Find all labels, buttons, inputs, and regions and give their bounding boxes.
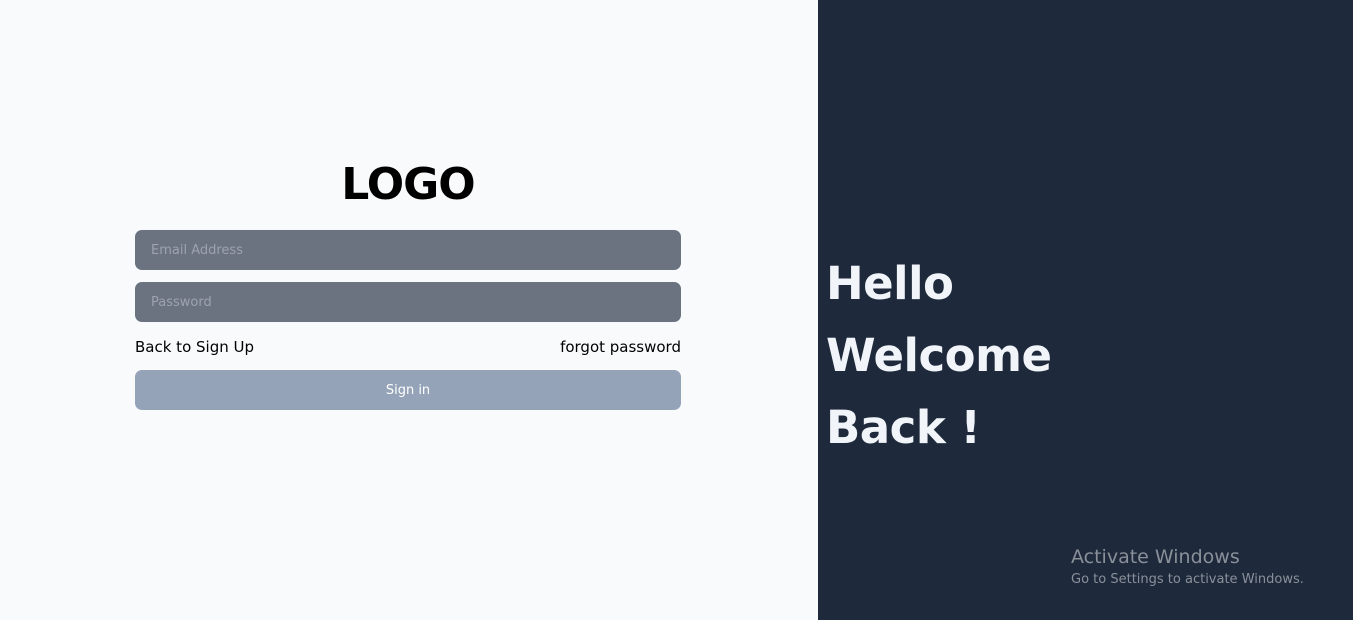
login-page: LOGO Back to Sign Up forgot password Sig… xyxy=(0,0,1353,620)
forgot-password-link[interactable]: forgot password xyxy=(560,337,681,357)
welcome-line-hello: Hello xyxy=(826,257,954,310)
back-to-sign-up-link[interactable]: Back to Sign Up xyxy=(135,337,254,357)
watermark-subtitle: Go to Settings to activate Windows. xyxy=(1071,572,1304,587)
watermark-title: Activate Windows xyxy=(1071,546,1240,568)
activate-windows-watermark: Activate Windows Go to Settings to activ… xyxy=(1071,545,1304,591)
login-panel: LOGO Back to Sign Up forgot password Sig… xyxy=(0,0,818,620)
password-field[interactable] xyxy=(135,282,681,322)
sign-in-button[interactable]: Sign in xyxy=(135,370,681,410)
logo: LOGO xyxy=(341,159,475,210)
welcome-message: Hello Welcome Back ! xyxy=(826,248,1052,464)
welcome-line-welcome: Welcome xyxy=(826,329,1052,382)
welcome-line-back: Back ! xyxy=(826,401,981,454)
email-field[interactable] xyxy=(135,230,681,270)
